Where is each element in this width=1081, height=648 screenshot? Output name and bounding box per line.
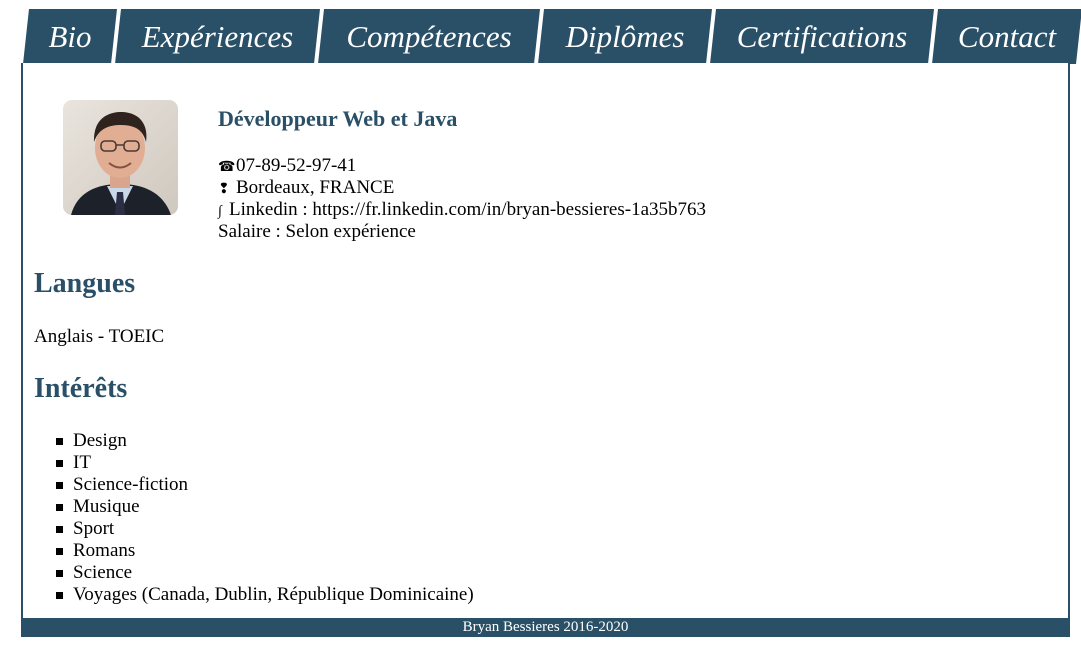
salary-line: Salaire : Selon expérience (218, 221, 416, 242)
interest-label: Voyages (Canada, Dublin, République Domi… (73, 584, 474, 605)
square-bullet-icon (56, 526, 63, 533)
job-title: Développeur Web et Java (218, 106, 458, 131)
tab-experiences[interactable]: Expériences (115, 9, 320, 64)
location-icon: ❢ (218, 182, 230, 197)
tab-diplomes[interactable]: Diplômes (538, 9, 712, 64)
interest-label: Science-fiction (73, 474, 189, 495)
list-item: Voyages (Canada, Dublin, République Domi… (34, 584, 474, 606)
interest-label: Musique (73, 496, 140, 517)
phone-line: ☎07-89-52-97-41 (218, 155, 356, 179)
location-line: ❢ Bordeaux, FRANCE (218, 177, 394, 201)
linkedin-icon: ∫ (218, 204, 222, 219)
list-item: Musique (34, 496, 474, 518)
linkedin-link[interactable]: Linkedin : https://fr.linkedin.com/in/br… (229, 199, 706, 220)
list-item: Science-fiction (34, 474, 474, 496)
list-item: Design (34, 430, 474, 452)
linkedin-line[interactable]: ∫ Linkedin : https://fr.linkedin.com/in/b… (218, 199, 706, 223)
list-item: Sport (34, 518, 474, 540)
phone-icon: ☎ (218, 160, 236, 175)
tab-bio[interactable]: Bio (23, 9, 117, 64)
interest-label: Design (73, 430, 127, 451)
square-bullet-icon (56, 592, 63, 599)
list-item: IT (34, 452, 474, 474)
footer: Bryan Bessieres 2016-2020 (21, 618, 1070, 637)
tab-competences[interactable]: Compétences (318, 9, 540, 64)
list-item: Romans (34, 540, 474, 562)
location-text: Bordeaux, FRANCE (236, 177, 395, 198)
languages-heading: Langues (34, 268, 136, 299)
square-bullet-icon (56, 504, 63, 511)
square-bullet-icon (56, 460, 63, 467)
interest-label: Sport (73, 518, 115, 539)
avatar-illustration (63, 100, 178, 215)
tab-contact[interactable]: Contact (932, 9, 1081, 64)
interests-list: Design IT Science-fiction Musique Sport … (34, 430, 474, 606)
interests-heading: Intérêts (34, 373, 128, 404)
main-nav: Bio Expériences Compétences Diplômes Cer… (0, 9, 1081, 64)
list-item: Science (34, 562, 474, 584)
square-bullet-icon (56, 570, 63, 577)
interest-label: Romans (73, 540, 136, 561)
square-bullet-icon (56, 548, 63, 555)
phone-number: 07-89-52-97-41 (236, 155, 357, 176)
interest-label: IT (73, 452, 91, 473)
interest-label: Science (73, 562, 133, 583)
square-bullet-icon (56, 482, 63, 489)
tab-certifications[interactable]: Certifications (710, 9, 934, 64)
square-bullet-icon (56, 438, 63, 445)
profile-photo (63, 100, 178, 215)
language-item: Anglais - TOEIC (34, 326, 165, 347)
